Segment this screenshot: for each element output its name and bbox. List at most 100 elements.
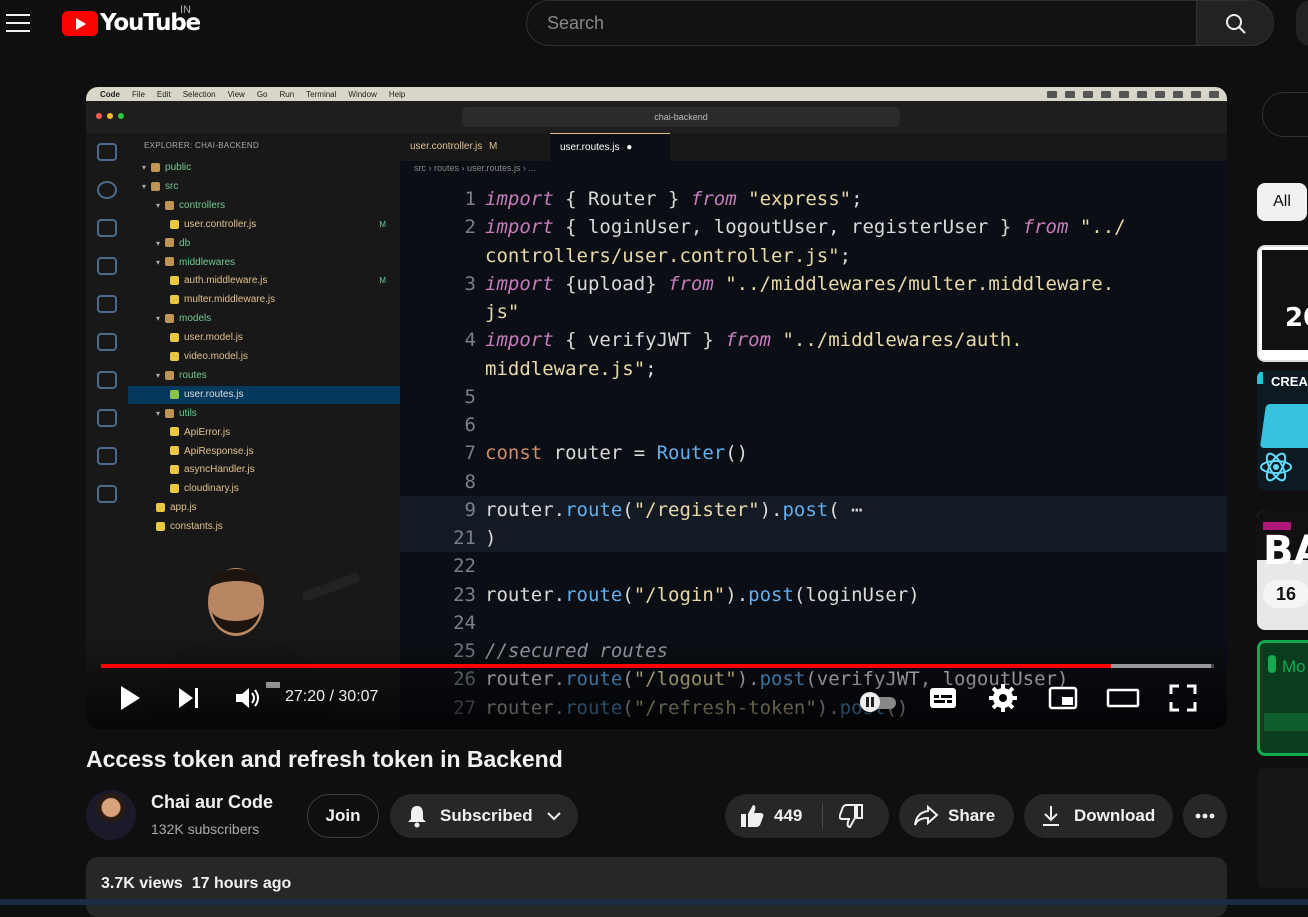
channel-avatar[interactable] [86, 790, 136, 840]
search-button[interactable] [1196, 0, 1274, 46]
tab-badge: M [489, 141, 498, 152]
chat-replay-button[interactable] [1262, 92, 1308, 137]
mac-menu-item: Go [256, 89, 268, 99]
file-tree-item: ▾ routes [128, 367, 400, 385]
channel-name[interactable]: Chai aur Code [151, 792, 273, 813]
subscribed-button[interactable]: Subscribed [390, 794, 578, 838]
theater-mode-button[interactable] [1106, 683, 1140, 713]
file-tree-item: multer.middleware.js [128, 291, 400, 309]
download-button[interactable]: Download [1024, 794, 1173, 838]
download-icon [1043, 806, 1059, 826]
youtube-logo[interactable]: YouTube IN [62, 4, 201, 36]
related-video-thumb[interactable] [1257, 768, 1308, 888]
settings-button[interactable] [988, 683, 1018, 713]
share-button[interactable]: Share [899, 794, 1014, 838]
code-token: ; [839, 244, 852, 267]
more-actions-button[interactable] [1183, 794, 1227, 838]
file-tree-label: cloudinary.js [184, 483, 239, 495]
editor-breadcrumb: src › routes › user.routes.js › ... [414, 163, 537, 173]
file-tree-label: middlewares [179, 256, 236, 268]
related-video-thumb[interactable]: Mo [1257, 640, 1308, 756]
menu-icon[interactable] [6, 10, 32, 36]
upload-age: 17 hours ago [191, 875, 292, 892]
file-tree-item: video.model.js [128, 348, 400, 366]
chevron-icon: ▾ [156, 370, 161, 380]
code-token: "../ [1068, 216, 1126, 239]
voice-search-button[interactable] [1296, 0, 1308, 46]
mac-menu-item: Code [100, 89, 120, 99]
code-token: {upload} [553, 272, 669, 295]
code-token: ). [725, 583, 749, 606]
code-token: "../middlewares/auth. [771, 329, 1023, 352]
code-token: import [485, 272, 554, 295]
play-button[interactable] [118, 683, 142, 713]
run-icon [97, 257, 117, 275]
related-video-thumb[interactable]: 20 [1257, 245, 1308, 362]
code-token: from [668, 272, 714, 295]
code-token: post [748, 583, 794, 606]
line-number: 1 [464, 188, 476, 210]
file-tree-label: user.routes.js [184, 388, 244, 400]
file-tree-label: multer.middleware.js [184, 294, 276, 306]
code-token: from [690, 188, 737, 210]
git-badge: M [379, 219, 386, 229]
file-tree-label: constants.js [170, 521, 223, 533]
like-icon[interactable] [739, 803, 765, 829]
code-line: 24 [400, 609, 1227, 637]
like-count[interactable]: 449 [774, 806, 802, 826]
autoplay-toggle[interactable] [856, 687, 900, 717]
file-tree-label: db [179, 237, 191, 249]
code-text: ) [485, 524, 496, 552]
chevron-icon: ▾ [142, 181, 147, 191]
time-separator: / [325, 688, 339, 705]
mac-menu-item: View [227, 89, 245, 99]
fullscreen-button[interactable] [1168, 683, 1198, 713]
related-video-thumb[interactable]: CREA [1257, 370, 1308, 490]
progress-bar[interactable] [101, 664, 1214, 668]
code-line: 8 [400, 468, 1227, 496]
search-input[interactable] [527, 1, 1197, 45]
file-tree-item: ▾ db [128, 235, 400, 253]
current-time: 27:20 [285, 688, 326, 705]
volume-button[interactable] [234, 683, 262, 713]
thumb-badge: 16 [1263, 580, 1308, 608]
bell-icon [408, 806, 426, 828]
captions-button[interactable] [928, 683, 958, 713]
line-number: 2 [464, 216, 476, 239]
code-line: 1 import { Router } from "express"; [400, 185, 1227, 213]
chip-all[interactable]: All [1257, 183, 1307, 221]
related-video-thumb[interactable]: BA 16 [1257, 510, 1308, 630]
file-tree-item: constants.js [128, 518, 400, 536]
extensions-icon [97, 295, 117, 313]
share-label: Share [948, 806, 996, 825]
code-line: 21 ) [400, 524, 1227, 552]
join-button[interactable]: Join [307, 794, 379, 838]
vscode-command-center: chai-backend [462, 107, 900, 127]
code-line: 22 [400, 552, 1227, 580]
code-line: middleware.js"; [400, 355, 1227, 383]
code-line: 23 router.route("/login").post(loginUser) [400, 581, 1227, 609]
dislike-icon[interactable] [839, 803, 865, 829]
code-token: import [485, 216, 554, 239]
file-tree-label: routes [179, 369, 207, 381]
file-icon [170, 276, 179, 286]
line-number: 6 [464, 414, 476, 436]
code-token: (loginUser) [793, 583, 920, 606]
file-tree-label: controllers [179, 199, 226, 211]
miniplayer-button[interactable] [1048, 683, 1078, 713]
code-line: 6 [400, 411, 1227, 439]
file-tree-label: public [165, 162, 192, 173]
line-number: 5 [464, 385, 476, 408]
code-token: route [565, 498, 623, 521]
file-icon [170, 427, 179, 437]
vscode-titlebar: chai-backend [86, 101, 1227, 133]
video-player[interactable]: Code File Edit Selection View Go Run Ter… [86, 87, 1227, 729]
file-tree-label: auth.middleware.js [184, 275, 268, 287]
chevron-down-icon [546, 812, 561, 821]
code-token: { verifyJWT } [553, 329, 726, 352]
code-line: 5 [400, 383, 1227, 411]
code-token: ( [622, 583, 634, 606]
view-count: 3.7K views [101, 875, 183, 892]
next-button[interactable] [176, 683, 202, 713]
next-icon [179, 688, 193, 708]
